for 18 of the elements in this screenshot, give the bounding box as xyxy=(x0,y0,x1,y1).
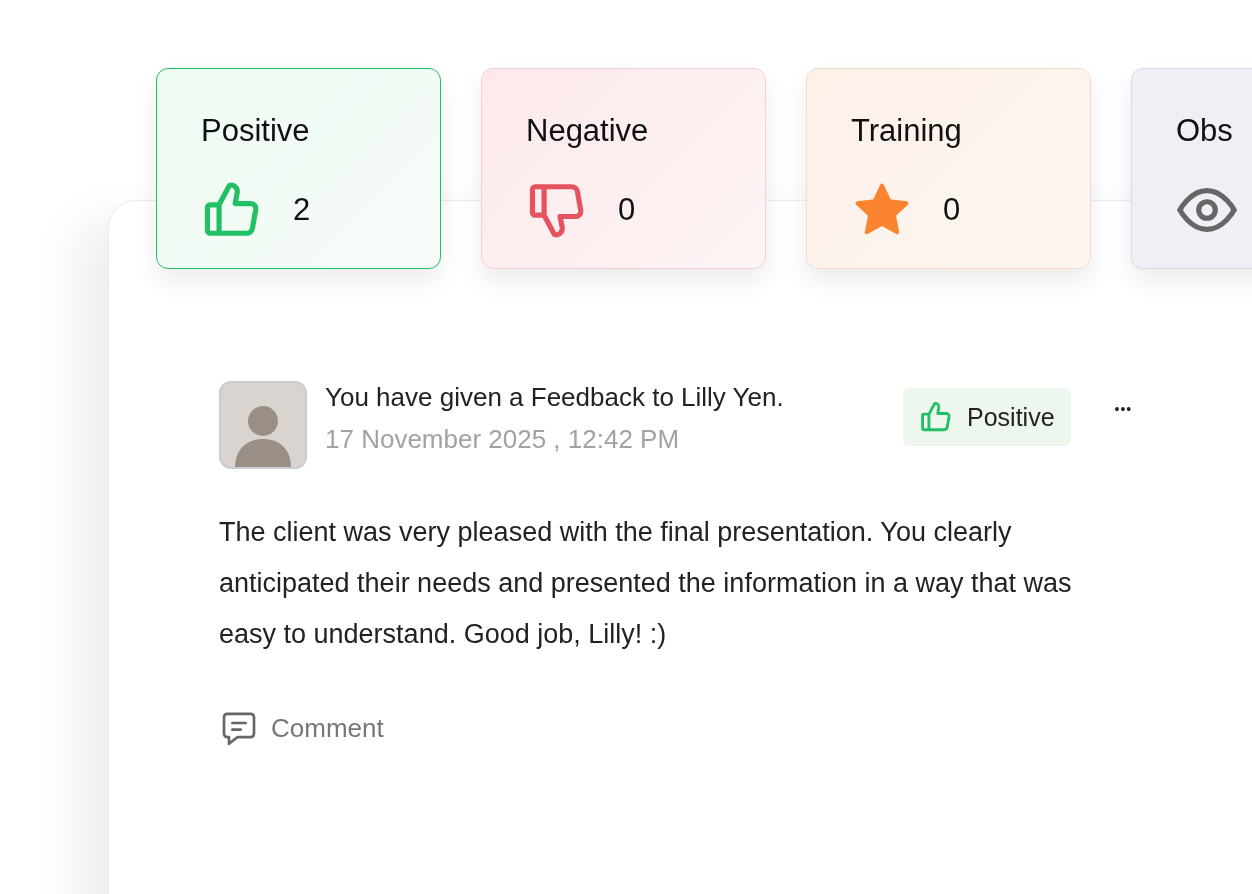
category-label: Positive xyxy=(201,113,311,149)
category-tile[interactable]: Training 0 xyxy=(806,68,1091,269)
comment-button[interactable]: Comment xyxy=(219,708,384,748)
category-count: 0 xyxy=(943,192,961,228)
category-count: 2 xyxy=(293,192,311,228)
thumbs-up-icon xyxy=(919,400,953,434)
category-label: Negative xyxy=(526,113,650,149)
category-label: Obs xyxy=(1176,113,1234,149)
more-options-button[interactable]: ••• xyxy=(1110,397,1137,421)
category-tile[interactable]: Obs xyxy=(1131,68,1252,269)
feedback-headline: You have given a Feedback to Lilly Yen. xyxy=(325,381,785,413)
category-count: 0 xyxy=(618,192,636,228)
category-tile[interactable]: Positive 2 xyxy=(156,68,441,269)
category-label: Training xyxy=(851,113,963,149)
tag-label: Positive xyxy=(967,402,1055,432)
feedback-message: The client was very pleased with the final presentation. You clearly anticipated their needs and presented the information in a way that was easy to understand. Good job, Lilly! :) xyxy=(219,516,1073,651)
category-tile[interactable]: Negative 0 xyxy=(481,68,766,269)
feedback-timestamp: 17 November 2025 , 12:42 PM xyxy=(325,423,681,455)
